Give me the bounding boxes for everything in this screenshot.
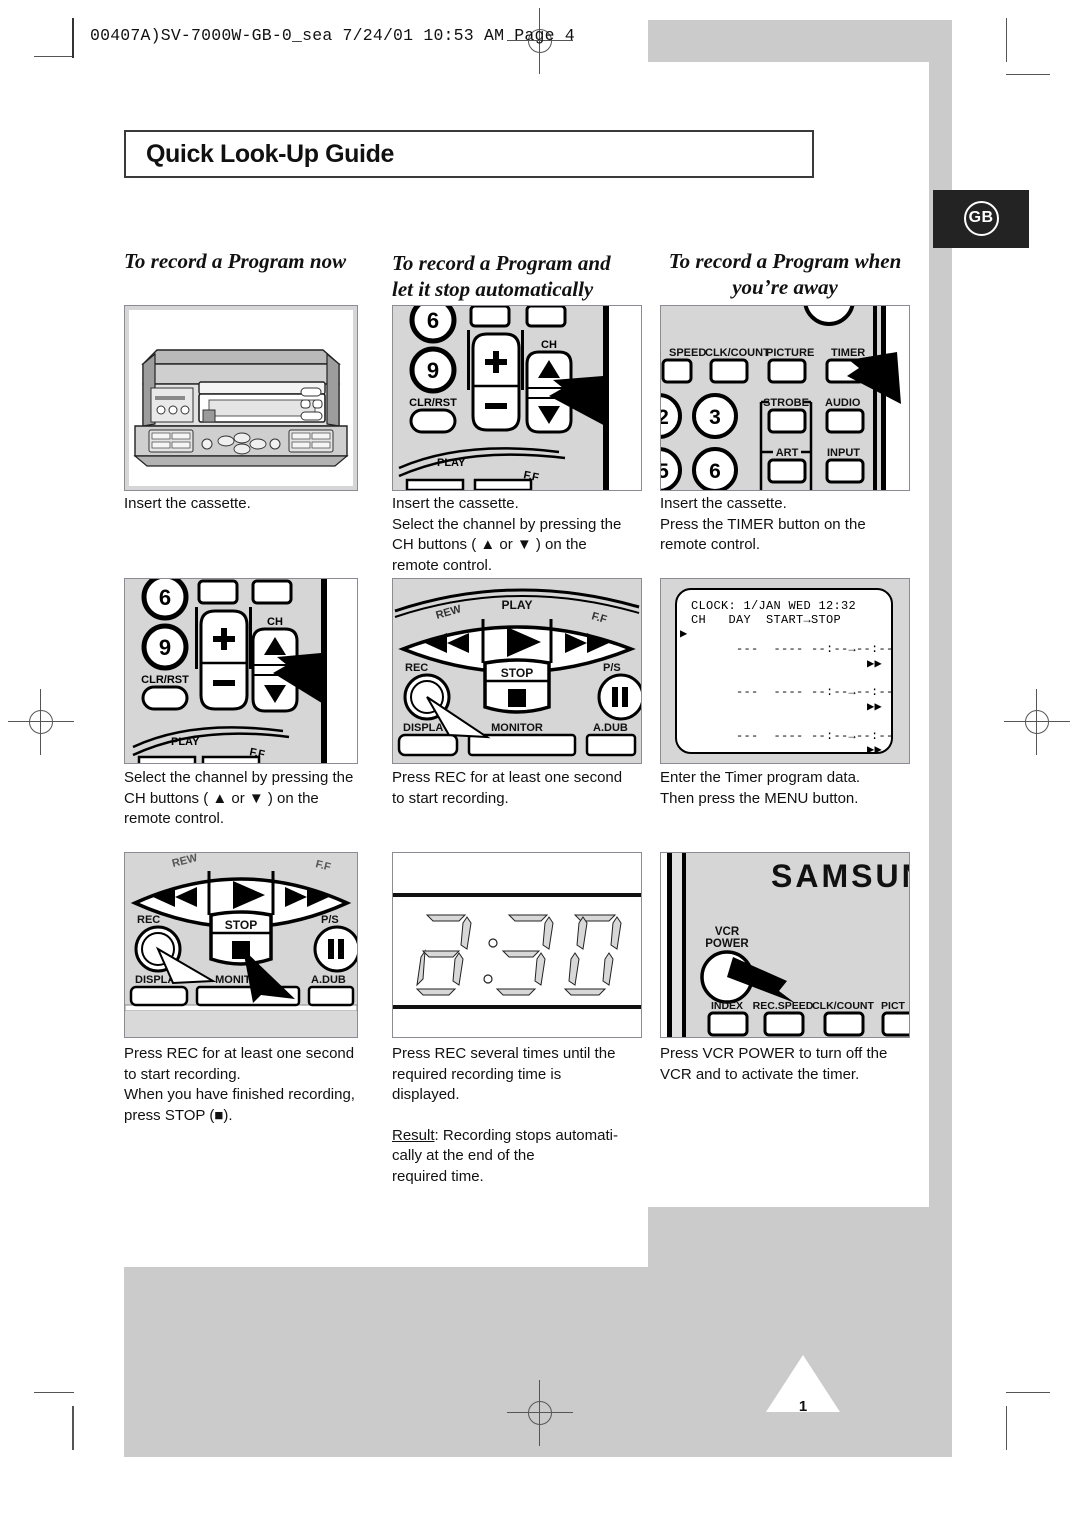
column-3-heading: To record a Program when you’re away <box>668 249 902 299</box>
svg-text:REC.SPEED: REC.SPEED <box>753 1000 814 1012</box>
svg-text:REC: REC <box>137 914 160 926</box>
svg-text:5: 5 <box>661 460 669 483</box>
osd-timer-row[interactable]: ▶ --- ---- --:--→--:-- ▶▶ <box>677 626 894 671</box>
caption-c1-s1: Insert the cassette. <box>124 495 251 512</box>
svg-text:9: 9 <box>159 635 171 660</box>
svg-text:PICTURE: PICTURE <box>766 347 814 359</box>
column-1-heading: To record a Program now <box>124 249 347 273</box>
caption-c3-s2: Enter the Timer program data. Then press… <box>660 769 861 807</box>
caption-c2-s3-result: Result: Recording stops automati- cally … <box>392 1105 644 1187</box>
osd-clock-line: CLOCK: 1/JAN WED 12:32 <box>691 599 857 613</box>
svg-text:INDEX: INDEX <box>711 1000 743 1012</box>
figure-remote-ch-column1: 6 9 CLR/RST CH PLAY F.F <box>124 578 358 764</box>
svg-text:A.DUB: A.DUB <box>311 974 346 986</box>
crop-mark-bottom-left-v <box>72 1406 74 1450</box>
svg-text:6: 6 <box>159 585 171 610</box>
figure-remote-timer: SPEED CLK/COUNT PICTURE TIMER 2 3 5 6 ST… <box>660 305 910 491</box>
caption-c2-s1: Insert the cassette. Select the channel … <box>392 495 622 574</box>
figure-transport-column2: PLAY REW F.F REC STOP P/S DISPLAY MONITO… <box>392 578 642 764</box>
caption-c2-s2: Press REC for at least one second to sta… <box>392 769 623 807</box>
svg-text:STOP: STOP <box>501 666 533 680</box>
svg-text:CLR/RST: CLR/RST <box>409 397 457 409</box>
vcr-power-illustration: SAMSUNG VCR POWER INDEX REC.SPEED CLK/CO… <box>661 853 909 1037</box>
svg-text:CH: CH <box>267 616 283 628</box>
svg-text:STROBE: STROBE <box>763 397 809 409</box>
svg-text:PICT: PICT <box>881 1000 906 1012</box>
svg-text:SPEED: SPEED <box>669 347 706 359</box>
osd-row-ff-icon: ▶▶ <box>866 699 882 714</box>
transport-controls-illustration-1: REW F.F REC STOP P/S DISPLAY MONITOR A.D… <box>125 853 357 1037</box>
figure-osd-timer: CLOCK: 1/JAN WED 12:32 CH DAY START→STOP… <box>660 578 910 764</box>
page-number: 1 <box>798 1398 808 1415</box>
osd-timer-row[interactable]: --- ---- --:--→--:--▶▶ <box>677 714 894 758</box>
region-badge: GB <box>933 190 1029 248</box>
osd-row-ff-icon: ▶▶ <box>866 656 882 671</box>
crop-mark-bottom-left-h <box>34 1392 74 1393</box>
region-badge-label: GB <box>968 209 994 226</box>
osd-row-ff-icon: ▶▶ <box>866 743 882 758</box>
caption-c3-s1: Insert the cassette. Press the TIMER but… <box>660 495 866 553</box>
lcd-time-display-illustration <box>393 853 641 1037</box>
svg-text:PLAY: PLAY <box>437 457 466 469</box>
svg-text:2: 2 <box>661 406 669 429</box>
figure-vcr-power: SAMSUNG VCR POWER INDEX REC.SPEED CLK/CO… <box>660 852 910 1038</box>
remote-ch-illustration: 6 9 CLR/RST CH PLAY F.F <box>125 579 357 763</box>
svg-text:VCR: VCR <box>715 926 740 938</box>
svg-text:CLR/RST: CLR/RST <box>141 674 189 686</box>
osd-row-dashes: --- ---- --:--→--:-- <box>736 685 894 700</box>
svg-text:TIMER: TIMER <box>831 347 865 359</box>
vcr-front-illustration <box>125 306 357 490</box>
osd-timer-row[interactable]: --- ---- --:--→--:--▶▶ <box>677 671 894 714</box>
registration-mark-right <box>1004 689 1070 755</box>
remote-ch-illustration-2: 6 9 CLR/RST CH PLAY F.F <box>393 306 641 490</box>
svg-text:SAMSUNG: SAMSUNG <box>771 858 909 894</box>
svg-text:CH: CH <box>541 339 557 351</box>
svg-text:CLK/COUNT: CLK/COUNT <box>812 1000 874 1012</box>
crop-mark-top-left-h <box>34 56 74 57</box>
osd-timer-screen: CLOCK: 1/JAN WED 12:32 CH DAY START→STOP… <box>675 588 894 758</box>
svg-text:PLAY: PLAY <box>171 736 200 748</box>
crop-mark-bottom-right-v <box>1006 1406 1007 1450</box>
crop-mark-top-right-h <box>1006 74 1050 75</box>
caption-c2-s3: Press REC several times until the requir… <box>392 1045 616 1103</box>
svg-text:POWER: POWER <box>705 938 749 950</box>
osd-row-dashes: --- ---- --:--→--:-- <box>736 642 894 657</box>
svg-text:A.DUB: A.DUB <box>593 722 628 734</box>
svg-text:PLAY: PLAY <box>502 598 533 612</box>
svg-text:AUDIO: AUDIO <box>825 397 861 409</box>
osd-cursor-icon: ▶ <box>680 626 688 641</box>
registration-mark-bottom <box>507 1380 573 1446</box>
column-2-heading: To record a Program and let it stop auto… <box>392 251 611 301</box>
svg-text:3: 3 <box>709 406 721 429</box>
figure-remote-ch-column2: 6 9 CLR/RST CH PLAY F.F <box>392 305 642 491</box>
figure-vcr-front <box>124 305 358 491</box>
osd-timer-row[interactable]: --- ---- --:--→--:--▶▶ <box>677 757 891 763</box>
figure-lcd-clock <box>392 852 642 1038</box>
svg-text:6: 6 <box>709 460 721 483</box>
running-head-rule <box>72 18 74 58</box>
svg-text:P/S: P/S <box>321 914 339 926</box>
svg-text:MONITOR: MONITOR <box>491 722 543 734</box>
osd-row-dashes: --- ---- --:--→--:-- <box>736 728 894 743</box>
svg-text:REC: REC <box>405 662 428 674</box>
osd-column-header: CH DAY START→STOP <box>691 613 842 628</box>
caption-c1-s2: Select the channel by pressing the CH bu… <box>124 769 354 827</box>
caption-c1-s3: Press REC for at least one second to sta… <box>124 1045 355 1124</box>
transport-controls-illustration-2: PLAY REW F.F REC STOP P/S DISPLAY MONITO… <box>393 579 641 763</box>
svg-text:CLK/COUNT: CLK/COUNT <box>705 347 770 359</box>
svg-text:ART: ART <box>776 447 799 459</box>
result-label: Result <box>392 1126 435 1144</box>
caption-c3-s3: Press VCR POWER to turn off the VCR and … <box>660 1045 888 1083</box>
svg-text:STOP: STOP <box>225 918 257 932</box>
remote-timer-illustration: SPEED CLK/COUNT PICTURE TIMER 2 3 5 6 ST… <box>661 306 909 490</box>
figure-transport-column1: REW F.F REC STOP P/S DISPLAY MONITOR A.D… <box>124 852 358 1038</box>
svg-text:6: 6 <box>427 308 439 333</box>
svg-text:P/S: P/S <box>603 662 621 674</box>
crop-mark-top-right-v <box>1006 18 1007 62</box>
svg-text:9: 9 <box>427 358 439 383</box>
registration-mark-left <box>8 689 74 755</box>
svg-text:INPUT: INPUT <box>827 447 860 459</box>
crop-mark-bottom-right-h <box>1006 1392 1050 1393</box>
